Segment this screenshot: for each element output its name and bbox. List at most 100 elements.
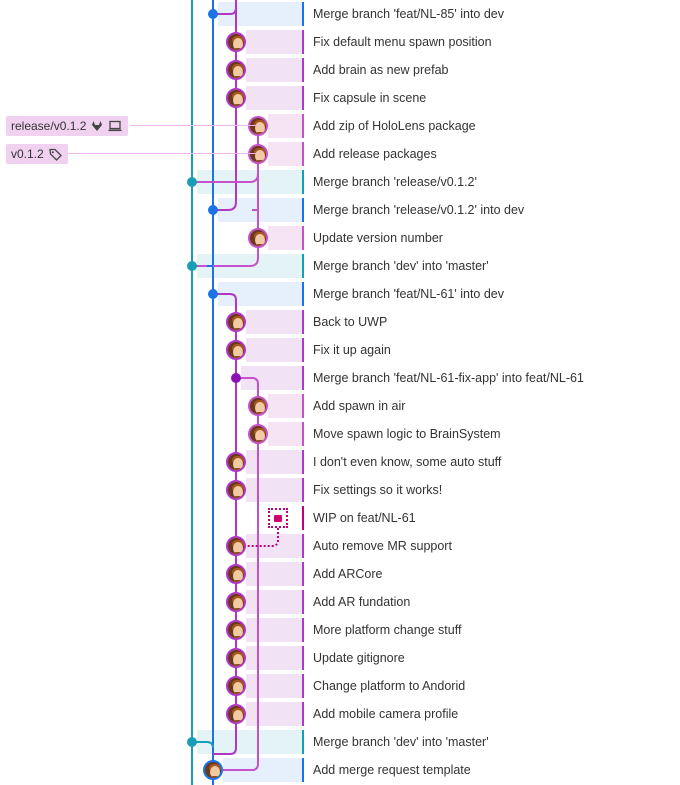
tag-ref-v0-1-2[interactable]: v0.1.2 <box>6 144 68 164</box>
author-avatar[interactable] <box>248 144 268 164</box>
commit-row[interactable]: Auto remove MR support <box>0 532 680 560</box>
author-avatar[interactable] <box>226 60 246 80</box>
commit-row[interactable]: More platform change stuff <box>0 616 680 644</box>
row-lane-indicator <box>302 394 304 418</box>
ref-label: release/v0.1.2 <box>11 119 87 133</box>
row-lane-indicator <box>302 198 304 222</box>
author-avatar[interactable] <box>226 88 246 108</box>
merge-commit-dot[interactable] <box>187 177 197 187</box>
author-avatar[interactable] <box>226 452 246 472</box>
commit-message[interactable]: I don't even know, some auto stuff <box>313 448 501 476</box>
author-avatar[interactable] <box>226 32 246 52</box>
commit-row[interactable]: Add merge request template <box>0 756 680 784</box>
commit-row[interactable]: I don't even know, some auto stuff <box>0 448 680 476</box>
commit-row[interactable]: Add release packages <box>0 140 680 168</box>
row-lane-indicator <box>302 506 304 530</box>
merge-commit-dot[interactable] <box>208 9 218 19</box>
commit-message[interactable]: Add release packages <box>313 140 437 168</box>
author-avatar[interactable] <box>226 480 246 500</box>
commit-row[interactable]: Merge branch 'feat/NL-61' into dev <box>0 280 680 308</box>
row-lane-indicator <box>302 674 304 698</box>
author-avatar[interactable] <box>226 312 246 332</box>
commit-message[interactable]: Add spawn in air <box>313 392 405 420</box>
author-avatar[interactable] <box>248 424 268 444</box>
row-lane-indicator <box>302 282 304 306</box>
commit-message[interactable]: Add ARCore <box>313 560 382 588</box>
merge-commit-dot[interactable] <box>208 205 218 215</box>
ref-connector-tag <box>66 153 258 154</box>
commit-row[interactable]: Merge branch 'dev' into 'master' <box>0 252 680 280</box>
commit-row[interactable]: Move spawn logic to BrainSystem <box>0 420 680 448</box>
commit-message[interactable]: Auto remove MR support <box>313 532 452 560</box>
commit-row[interactable]: Add brain as new prefab <box>0 56 680 84</box>
commit-message[interactable]: Fix default menu spawn position <box>313 28 492 56</box>
commit-message[interactable]: Merge branch 'feat/NL-61-fix-app' into f… <box>313 364 584 392</box>
tag-icon <box>48 148 62 161</box>
avatar-body <box>231 104 244 106</box>
commit-message[interactable]: Add brain as new prefab <box>313 56 449 84</box>
commit-message[interactable]: Add merge request template <box>313 756 471 784</box>
commit-row[interactable]: Merge branch 'feat/NL-85' into dev <box>0 0 680 28</box>
commit-message[interactable]: WIP on feat/NL-61 <box>313 504 416 532</box>
author-avatar[interactable] <box>248 116 268 136</box>
commit-row[interactable]: Add AR fundation <box>0 588 680 616</box>
commit-row[interactable]: Update gitignore <box>0 644 680 672</box>
commit-row[interactable]: Fix it up again <box>0 336 680 364</box>
commit-row[interactable]: Update version number <box>0 224 680 252</box>
commit-message[interactable]: Merge branch 'release/v0.1.2' into dev <box>313 196 524 224</box>
author-avatar[interactable] <box>248 396 268 416</box>
row-lane-indicator <box>302 646 304 670</box>
commit-message[interactable]: Fix it up again <box>313 336 391 364</box>
avatar-body <box>231 48 244 50</box>
commit-row[interactable]: WIP on feat/NL-61 <box>0 504 680 532</box>
row-lane-indicator <box>302 226 304 250</box>
author-avatar[interactable] <box>226 704 246 724</box>
commit-row[interactable]: Fix settings so it works! <box>0 476 680 504</box>
commit-row[interactable]: Add ARCore <box>0 560 680 588</box>
commit-row[interactable]: Merge branch 'release/v0.1.2' into dev <box>0 196 680 224</box>
commit-row[interactable]: Add spawn in air <box>0 392 680 420</box>
commit-message[interactable]: Update gitignore <box>313 644 405 672</box>
author-avatar[interactable] <box>203 760 223 780</box>
avatar-body <box>231 692 244 694</box>
commit-message[interactable]: Merge branch 'feat/NL-61' into dev <box>313 280 504 308</box>
commit-row[interactable]: Merge branch 'release/v0.1.2' <box>0 168 680 196</box>
commit-message[interactable]: Change platform to Andorid <box>313 672 465 700</box>
commit-message[interactable]: More platform change stuff <box>313 616 461 644</box>
author-avatar[interactable] <box>226 564 246 584</box>
commit-message[interactable]: Add zip of HoloLens package <box>313 112 476 140</box>
commit-row[interactable]: Fix default menu spawn position <box>0 28 680 56</box>
merge-commit-dot[interactable] <box>231 373 241 383</box>
commit-message[interactable]: Add mobile camera profile <box>313 700 458 728</box>
commit-row[interactable]: Add mobile camera profile <box>0 700 680 728</box>
commit-message[interactable]: Move spawn logic to BrainSystem <box>313 420 501 448</box>
commit-message[interactable]: Merge branch 'release/v0.1.2' <box>313 168 477 196</box>
commit-row[interactable]: Merge branch 'feat/NL-61-fix-app' into f… <box>0 364 680 392</box>
commit-message[interactable]: Add AR fundation <box>313 588 410 616</box>
commit-message[interactable]: Merge branch 'feat/NL-85' into dev <box>313 0 504 28</box>
commit-message[interactable]: Merge branch 'dev' into 'master' <box>313 728 489 756</box>
author-avatar[interactable] <box>226 620 246 640</box>
merge-commit-dot[interactable] <box>208 289 218 299</box>
author-avatar[interactable] <box>226 648 246 668</box>
commit-message[interactable]: Update version number <box>313 224 443 252</box>
branch-ref-release-v0-1-2[interactable]: release/v0.1.2 <box>6 116 129 136</box>
commit-message[interactable]: Fix settings so it works! <box>313 476 442 504</box>
commit-row[interactable]: Change platform to Andorid <box>0 672 680 700</box>
commit-row[interactable]: Back to UWP <box>0 308 680 336</box>
merge-commit-dot[interactable] <box>187 737 197 747</box>
commit-message[interactable]: Back to UWP <box>313 308 387 336</box>
author-avatar[interactable] <box>226 340 246 360</box>
commit-row[interactable]: Merge branch 'dev' into 'master' <box>0 728 680 756</box>
author-avatar[interactable] <box>248 228 268 248</box>
stash-icon[interactable] <box>268 508 288 528</box>
author-avatar[interactable] <box>226 676 246 696</box>
commit-message[interactable]: Fix capsule in scene <box>313 84 426 112</box>
row-lane-indicator <box>302 310 304 334</box>
author-avatar[interactable] <box>226 592 246 612</box>
commit-message[interactable]: Merge branch 'dev' into 'master' <box>313 252 489 280</box>
commit-row[interactable]: Fix capsule in scene <box>0 84 680 112</box>
merge-commit-dot[interactable] <box>187 261 197 271</box>
author-avatar[interactable] <box>226 536 246 556</box>
row-lane-indicator <box>302 114 304 138</box>
